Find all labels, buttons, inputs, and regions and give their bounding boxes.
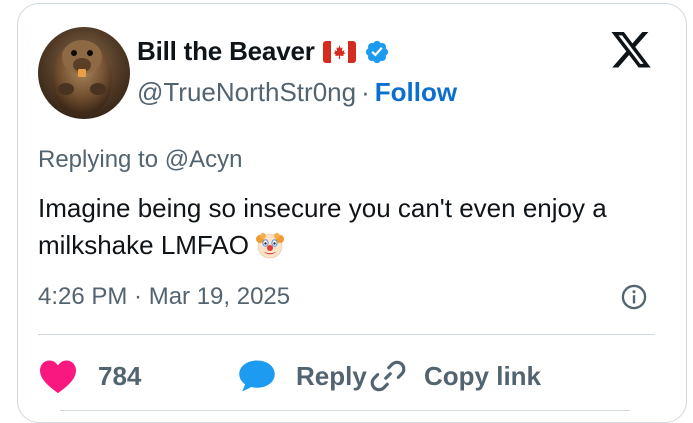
action-bar: 784 Reply Copy link (38, 356, 541, 396)
reply-button[interactable]: Reply (238, 359, 370, 393)
link-chain-icon (370, 360, 406, 392)
separator-dot: · (361, 77, 370, 107)
author-handle[interactable]: @TrueNorthStr0ng (137, 77, 356, 107)
heart-icon (40, 360, 76, 394)
tweet-text: Imagine being so insecure you can't even… (38, 190, 658, 264)
tweet-body: Imagine being so insecure you can't even… (38, 193, 607, 260)
author-name-row: Bill the Beaver (137, 36, 390, 67)
reply-label: Reply (296, 360, 367, 391)
avatar[interactable] (38, 27, 130, 119)
copy-link-button[interactable]: Copy link (370, 358, 541, 394)
like-button[interactable]: 784 (38, 358, 238, 394)
verified-badge-icon (364, 39, 390, 65)
author-handle-row: @TrueNorthStr0ng · Follow (137, 77, 457, 108)
reply-mention-link[interactable]: @Acyn (165, 146, 243, 173)
next-card-edge (60, 410, 630, 414)
replying-to-label: Replying to (38, 146, 159, 173)
x-logo-icon[interactable] (609, 32, 653, 72)
info-icon[interactable] (620, 283, 648, 311)
tweet-timestamp[interactable]: 4:26 PM · Mar 19, 2025 (38, 283, 290, 311)
speech-bubble-icon (239, 360, 275, 392)
like-count: 784 (98, 360, 142, 391)
follow-button[interactable]: Follow (375, 77, 457, 107)
copy-link-label: Copy link (424, 360, 542, 391)
canada-flag-icon (322, 40, 356, 63)
author-display-name[interactable]: Bill the Beaver (137, 36, 315, 67)
divider (38, 334, 655, 335)
replying-to-line: Replying to @Acyn (38, 146, 242, 174)
clown-face-emoji-icon (255, 230, 285, 260)
